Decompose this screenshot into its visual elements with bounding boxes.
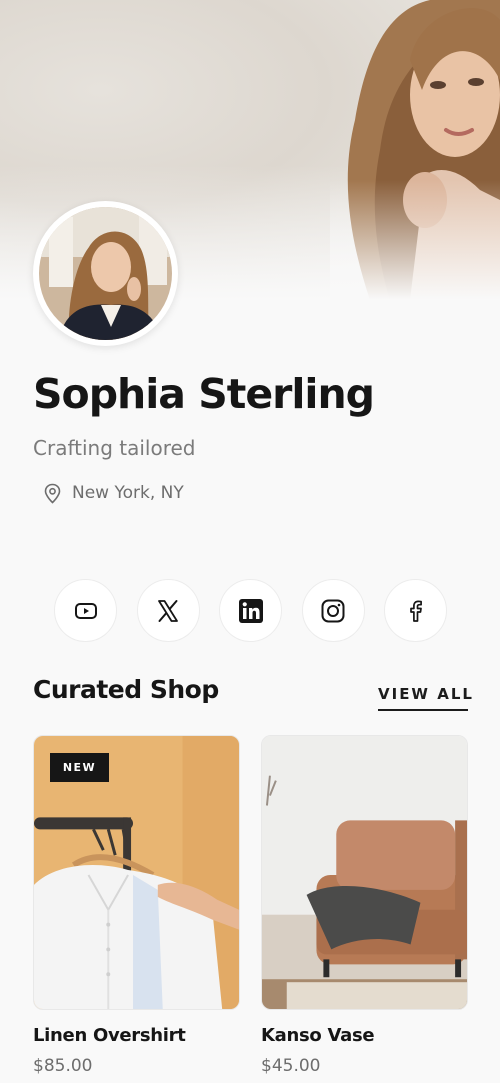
instagram-button[interactable] <box>301 579 365 642</box>
product-card[interactable]: NEW Linen Overshirt $85.00 <box>33 735 240 1076</box>
product-name: Kanso Vase <box>261 1025 375 1046</box>
location-pin-icon <box>44 483 61 504</box>
x-icon <box>158 599 178 622</box>
youtube-icon <box>74 602 97 619</box>
avatar-image <box>39 207 172 340</box>
linkedin-icon <box>238 598 263 623</box>
x-button[interactable] <box>136 579 200 642</box>
linkedin-button[interactable] <box>219 579 282 642</box>
product-price: $45.00 <box>261 1056 321 1076</box>
facebook-button[interactable] <box>384 579 447 642</box>
youtube-button[interactable] <box>54 579 117 642</box>
avatar <box>33 201 178 346</box>
profile-location: New York, NY <box>43 481 184 505</box>
product-price: $85.00 <box>33 1056 93 1076</box>
instagram-icon <box>321 599 345 622</box>
social-links <box>54 579 447 643</box>
product-name: Linen Overshirt <box>33 1025 186 1046</box>
product-image <box>261 735 468 1010</box>
product-card[interactable]: Kanso Vase $45.00 <box>261 735 468 1076</box>
new-badge: NEW <box>50 753 109 782</box>
view-all-link[interactable]: VIEW ALL <box>378 685 472 711</box>
hero-portrait-image <box>330 0 500 300</box>
profile-tagline: Crafting tailored <box>33 436 196 460</box>
kanso-vase-image <box>262 736 467 1009</box>
shop-title: Curated Shop <box>33 675 219 704</box>
profile-name: Sophia Sterling <box>33 370 375 418</box>
location-text: New York, NY <box>72 483 184 503</box>
product-image: NEW <box>33 735 240 1010</box>
facebook-icon <box>409 600 422 622</box>
